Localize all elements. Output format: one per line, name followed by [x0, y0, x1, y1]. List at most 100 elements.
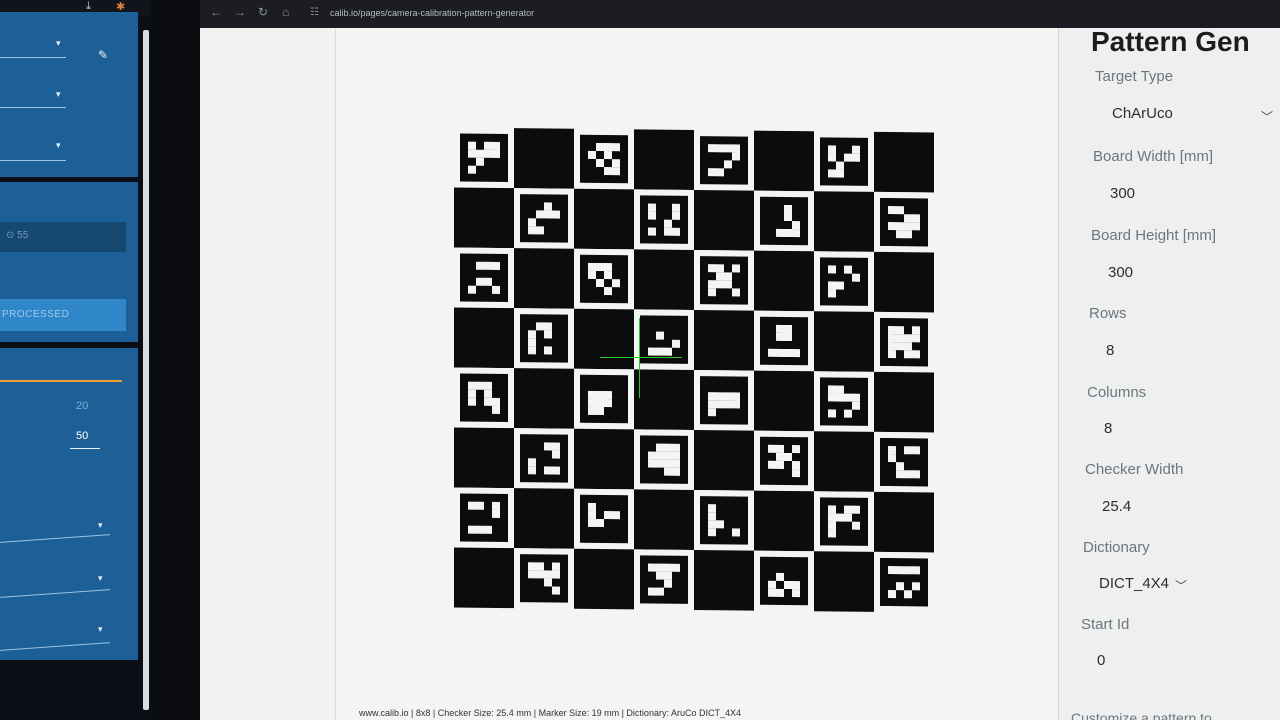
left-value-current[interactable]: 50: [76, 430, 88, 442]
processed-button[interactable]: PROCESSED: [0, 299, 126, 331]
chevron-down-icon[interactable]: ▾: [98, 624, 103, 635]
settings-panel: Pattern Gen Target Type ChArUco ﹀ Board …: [1058, 28, 1280, 720]
board-height-label: Board Height [mm]: [1091, 227, 1217, 244]
checker-square: [454, 187, 514, 249]
checker-square: [754, 370, 814, 432]
aruco-marker-cell: [634, 549, 694, 610]
checker-square: [634, 129, 694, 190]
checker-square: [874, 131, 934, 193]
left-field-3[interactable]: [0, 160, 66, 161]
left-field-2[interactable]: [0, 107, 66, 108]
checker-square: [574, 548, 634, 610]
chevron-down-icon[interactable]: ▾: [56, 89, 61, 100]
aruco-marker-cell: [574, 248, 634, 310]
left-settings-panel: ▾ ✎ ▾ ▾: [0, 12, 138, 177]
left-field-1[interactable]: [0, 57, 66, 58]
chevron-down-icon[interactable]: ▾: [98, 573, 103, 584]
aruco-marker-cell: [634, 189, 694, 250]
aruco-marker-cell: [814, 131, 874, 192]
aruco-marker: [520, 314, 568, 363]
aruco-marker: [460, 373, 508, 423]
address-bar[interactable]: calib.io/pages/camera-calibration-patter…: [330, 8, 534, 18]
pencil-icon[interactable]: ✎: [98, 48, 108, 62]
aruco-marker: [700, 256, 748, 305]
processed-button-label: PROCESSED: [2, 309, 70, 320]
aruco-marker: [820, 377, 868, 426]
columns-input[interactable]: 8: [1104, 420, 1112, 437]
charuco-board: [454, 127, 934, 613]
aruco-marker: [700, 376, 748, 425]
dictionary-select[interactable]: DICT_4X4: [1099, 575, 1169, 592]
chevron-down-icon[interactable]: ▾: [56, 140, 61, 151]
left-field-5[interactable]: [0, 589, 110, 598]
checker-square: [514, 128, 574, 189]
aruco-marker-cell: [454, 127, 514, 189]
cursor-crosshair-vertical: [639, 318, 640, 398]
aruco-marker: [580, 494, 628, 544]
aruco-marker: [760, 316, 808, 366]
checker-square: [634, 369, 694, 430]
left-field-6[interactable]: [0, 642, 110, 651]
aruco-marker: [760, 436, 808, 486]
checker-square: [694, 430, 754, 491]
aruco-marker: [760, 196, 808, 246]
aruco-marker-cell: [454, 367, 514, 429]
target-type-select[interactable]: ChArUco: [1112, 105, 1173, 122]
aruco-marker: [520, 554, 568, 603]
checker-square: [454, 307, 514, 369]
board-height-input[interactable]: 300: [1108, 264, 1133, 281]
start-id-label: Start Id: [1081, 616, 1130, 633]
back-icon[interactable]: ←: [210, 5, 222, 19]
aruco-marker: [580, 134, 628, 184]
pattern-info-footer: www.calib.io | 8x8 | Checker Size: 25.4 …: [359, 708, 741, 718]
page-title: Pattern Gen: [1091, 28, 1250, 57]
columns-label: Columns: [1087, 384, 1147, 401]
checker-square: [814, 311, 874, 372]
aruco-marker-cell: [874, 431, 934, 493]
forward-icon[interactable]: →: [234, 5, 246, 19]
chevron-down-icon[interactable]: ﹀: [1175, 577, 1187, 594]
aruco-marker-cell: [694, 130, 754, 191]
chevron-down-icon[interactable]: ▾: [56, 38, 61, 49]
checker-square: [814, 551, 874, 612]
left-monitor: ⤓ ✱ ▾ ✎ ▾ ▾ ⊙ 55 PROCESSED 20 50 ▾ ▾ ▾: [0, 0, 150, 720]
aruco-marker-cell: [754, 190, 814, 252]
chevron-down-icon[interactable]: ﹀: [1261, 108, 1273, 125]
aruco-marker-cell: [694, 250, 754, 311]
aruco-marker: [700, 496, 748, 545]
aruco-marker: [820, 497, 868, 546]
aruco-marker: [520, 194, 568, 243]
aruco-marker-cell: [454, 247, 514, 309]
checker-square: [514, 248, 574, 309]
aruco-marker-cell: [754, 550, 814, 612]
start-id-input[interactable]: 0: [1097, 652, 1105, 669]
site-settings-icon[interactable]: ☷: [310, 7, 319, 18]
aruco-marker-cell: [634, 429, 694, 490]
target-type-label: Target Type: [1095, 68, 1174, 85]
pattern-preview: www.calib.io | 8x8 | Checker Size: 25.4 …: [335, 28, 1058, 720]
aruco-marker: [700, 136, 748, 185]
board-width-input[interactable]: 300: [1110, 185, 1135, 202]
checker-width-input[interactable]: 25.4: [1102, 498, 1131, 515]
checker-square: [454, 547, 514, 609]
rows-label: Rows: [1089, 305, 1127, 322]
aruco-marker-cell: [874, 191, 934, 253]
left-value-min: 20: [76, 400, 89, 412]
chevron-down-icon[interactable]: ▾: [98, 520, 103, 531]
left-dark-field[interactable]: ⊙ 55: [0, 222, 126, 252]
reload-icon[interactable]: ↻: [258, 5, 268, 19]
checker-square: [874, 371, 934, 433]
left-field-4[interactable]: [0, 534, 110, 543]
checker-square: [814, 431, 874, 492]
aruco-marker: [880, 437, 928, 487]
rows-input[interactable]: 8: [1106, 342, 1114, 359]
checker-square: [574, 188, 634, 250]
left-scrollbar[interactable]: [143, 30, 149, 710]
checker-square: [874, 491, 934, 553]
left-dark-field-text: ⊙ 55: [6, 230, 29, 241]
checker-width-label: Checker Width: [1085, 461, 1184, 478]
dictionary-label: Dictionary: [1083, 539, 1150, 556]
aruco-marker: [460, 133, 508, 183]
left-slider[interactable]: [0, 380, 122, 382]
home-icon[interactable]: ⌂: [282, 5, 289, 19]
